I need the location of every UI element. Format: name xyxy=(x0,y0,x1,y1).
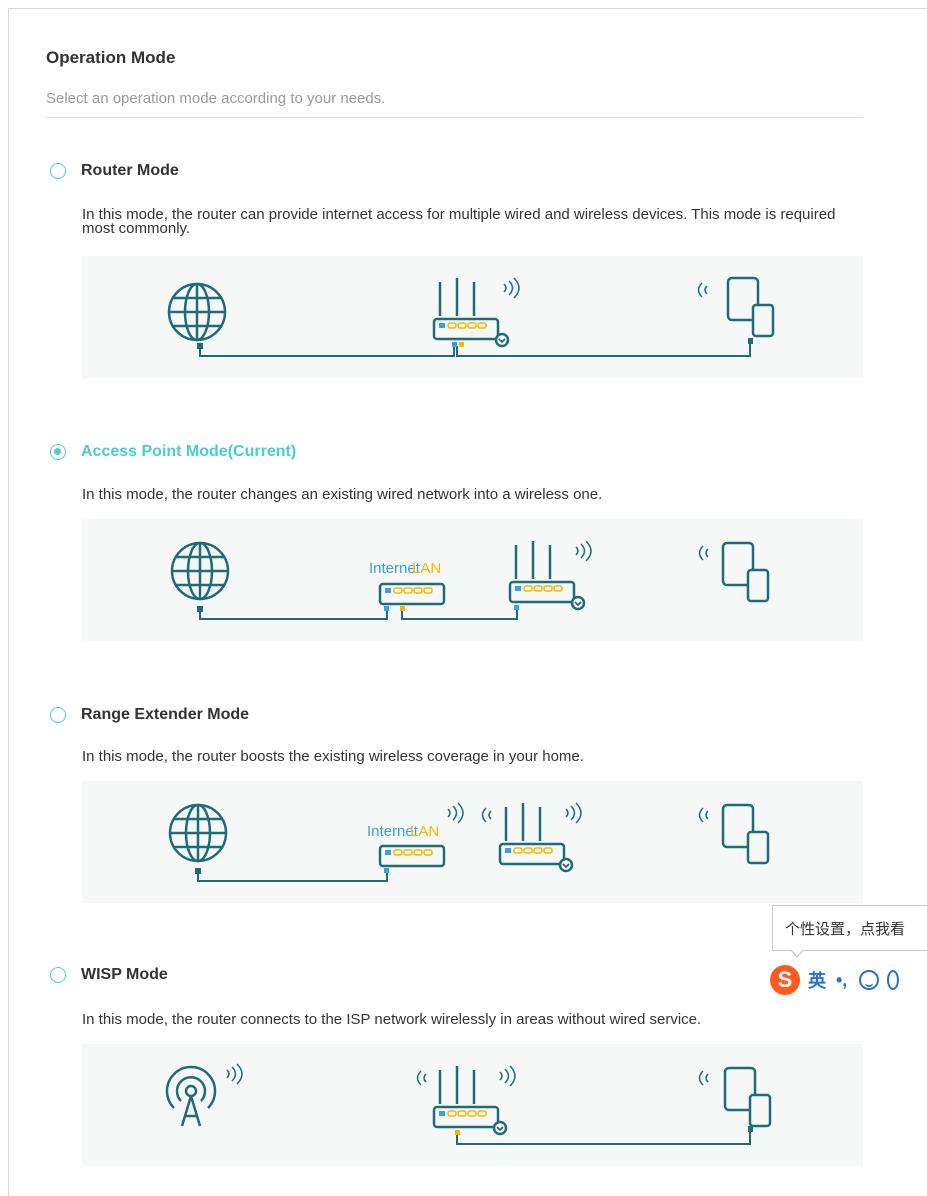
modem-icon xyxy=(378,582,446,606)
globe-icon xyxy=(168,803,228,863)
router-mode-diagram xyxy=(82,256,863,378)
access-point-mode-diagram: Internet LAN xyxy=(82,519,863,641)
lan-port-label: LAN xyxy=(410,823,439,840)
radio-access-point-mode[interactable]: Access Point Mode(Current) xyxy=(50,441,296,463)
radio-button-range-extender-mode[interactable] xyxy=(50,707,66,723)
access-point-mode-description: In this mode, the router changes an exis… xyxy=(82,486,603,503)
globe-icon xyxy=(170,541,230,601)
wisp-mode-label: WISP Mode xyxy=(81,966,168,983)
ime-language-toggle[interactable]: 英 xyxy=(808,967,826,993)
ime-punctuation-toggle[interactable]: •, xyxy=(836,970,847,991)
router-mode-description: In this mode, the router can provide int… xyxy=(82,206,836,237)
radio-button-wisp-mode[interactable] xyxy=(50,967,66,983)
radio-range-extender-mode[interactable]: Range Extender Mode xyxy=(50,704,249,726)
emoji-icon[interactable] xyxy=(859,970,880,990)
radio-button-access-point-mode[interactable] xyxy=(50,444,66,460)
router-icon xyxy=(432,277,520,348)
divider xyxy=(46,117,863,118)
devices-icon xyxy=(698,541,770,603)
ime-tooltip-arrow-fill xyxy=(791,949,803,956)
access-point-mode-label: Access Point Mode(Current) xyxy=(81,443,297,460)
globe-icon xyxy=(167,282,227,342)
wisp-mode-description: In this mode, the router connects to the… xyxy=(82,1011,702,1028)
isp-tower-icon xyxy=(165,1063,243,1127)
wisp-mode-diagram xyxy=(82,1044,863,1166)
extender-icon xyxy=(481,802,582,873)
page-title: Operation Mode xyxy=(46,48,176,67)
router-icon xyxy=(508,540,592,611)
devices-icon xyxy=(698,1066,772,1128)
radio-button-router-mode[interactable] xyxy=(50,163,66,179)
devices-icon xyxy=(697,276,775,338)
devices-icon xyxy=(698,803,770,865)
range-extender-mode-description: In this mode, the router boosts the exis… xyxy=(82,748,584,765)
range-extender-mode-label: Range Extender Mode xyxy=(81,706,250,723)
page-subtitle: Select an operation mode according to yo… xyxy=(46,90,386,107)
ime-toolbar[interactable]: S 英 •, xyxy=(770,962,927,998)
router-mode-label: Router Mode xyxy=(81,162,179,179)
router-icon xyxy=(416,1065,516,1136)
ime-more-icon[interactable] xyxy=(887,970,900,990)
radio-wisp-mode[interactable]: WISP Mode xyxy=(50,964,168,986)
ime-tooltip[interactable]: 个性设置，点我看 xyxy=(772,905,927,951)
radio-router-mode[interactable]: Router Mode xyxy=(50,160,179,182)
sogou-logo-icon[interactable]: S xyxy=(770,965,800,995)
range-extender-mode-diagram: Internet LAN xyxy=(82,781,863,903)
lan-port-label: LAN xyxy=(412,560,441,577)
